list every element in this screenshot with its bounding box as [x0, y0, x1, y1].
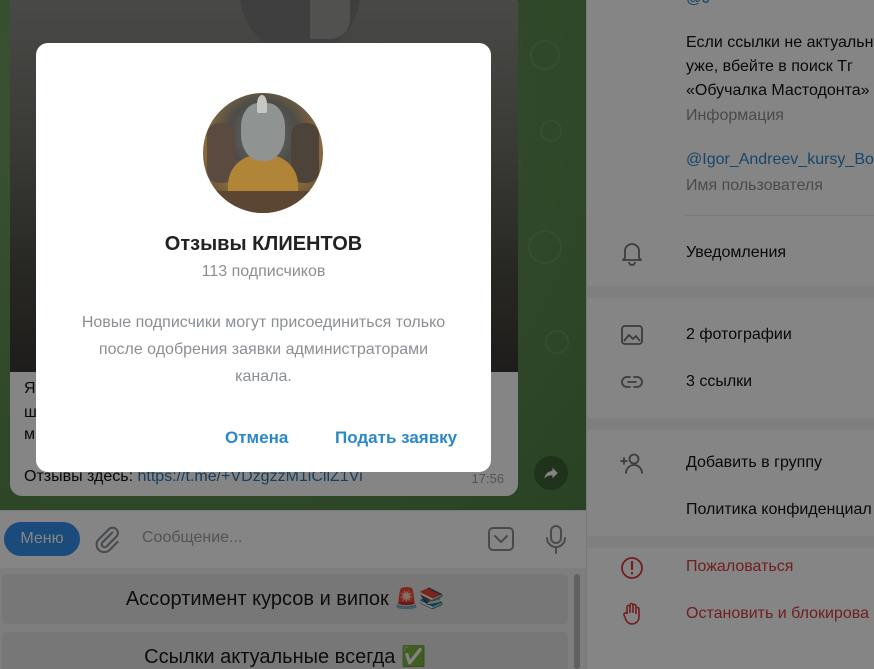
dialog-title: Отзывы КЛИЕНТОВ — [164, 233, 363, 255]
dialog-description: Новые подписчики могут присоединиться то… — [81, 314, 446, 385]
cancel-button[interactable]: Отмена — [225, 428, 288, 448]
avatar-desk — [203, 191, 323, 213]
apply-request-button[interactable]: Подать заявку — [335, 428, 457, 448]
channel-avatar — [203, 93, 323, 213]
join-request-dialog: Отзывы КЛИЕНТОВ 113 подписчиков Новые по… — [36, 43, 491, 472]
avatar-suit — [228, 155, 298, 195]
subscriber-count: 113 подписчиков — [201, 263, 326, 280]
avatar-rhino-horn — [257, 95, 267, 113]
